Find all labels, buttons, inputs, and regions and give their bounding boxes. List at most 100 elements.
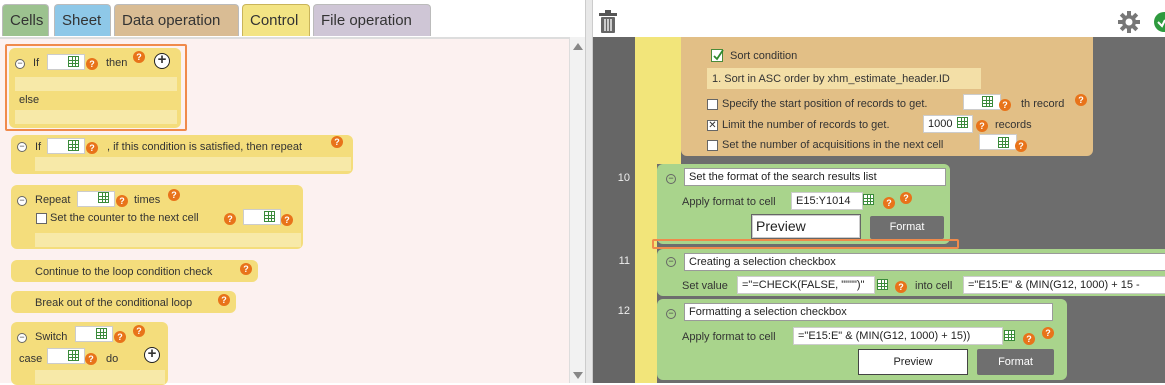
nesting-bar — [657, 37, 681, 164]
scroll-down-icon[interactable] — [573, 372, 583, 379]
cell-picker-icon[interactable] — [863, 194, 874, 205]
help-icon[interactable]: ? — [999, 99, 1011, 111]
help-icon[interactable]: ? — [224, 213, 236, 225]
if-label: If — [35, 141, 42, 153]
tab-file-operation[interactable]: File operation — [313, 4, 431, 36]
help-icon[interactable]: ? — [218, 294, 230, 306]
collapse-icon[interactable]: − — [17, 196, 27, 206]
cell-picker-icon[interactable] — [982, 96, 993, 107]
switch-label: Switch — [35, 331, 68, 343]
checkbox-format-block[interactable]: − Formatting a selection checkbox Apply … — [657, 299, 1067, 380]
help-icon[interactable]: ? — [1042, 327, 1054, 339]
sort-condition-block[interactable]: Sort condition 1. Sort in ASC order by x… — [681, 37, 1093, 156]
switch-cell-input[interactable] — [75, 326, 113, 342]
break-block[interactable]: Break out of the conditional loop ? — [11, 291, 236, 313]
repeat-condition-label: , if this condition is satisfied, then r… — [107, 141, 303, 153]
help-icon[interactable]: ? — [900, 192, 912, 204]
edit-note-icon[interactable] — [711, 48, 724, 62]
cell-picker-icon[interactable] — [1004, 330, 1015, 341]
value-input[interactable]: ="=CHECK(FALSE, """")" — [737, 276, 875, 294]
control-palette: − If ? then ? + else − If ? , if this co… — [0, 37, 569, 385]
help-icon[interactable]: ? — [331, 136, 343, 148]
help-icon[interactable]: ? — [85, 353, 97, 365]
help-icon[interactable]: ? — [116, 195, 128, 207]
scroll-up-icon[interactable] — [573, 43, 583, 50]
help-icon[interactable]: ? — [281, 214, 293, 226]
preview-box[interactable]: Preview — [751, 214, 861, 239]
counter-checkbox[interactable] — [36, 213, 47, 224]
continue-label: Continue to the loop condition check — [35, 266, 213, 278]
tab-sheet[interactable]: Sheet — [54, 4, 111, 36]
gear-icon[interactable] — [1118, 11, 1140, 33]
times-label: times — [134, 194, 161, 206]
tab-cells[interactable]: Cells — [2, 4, 49, 36]
cell-picker-icon[interactable] — [68, 350, 79, 361]
block-title-input[interactable]: Formatting a selection checkbox — [684, 303, 1053, 321]
next-cell-checkbox[interactable] — [707, 140, 718, 151]
do-label: do — [106, 353, 119, 365]
limit-records-checkbox[interactable]: ✕ — [707, 120, 718, 131]
drop-slot[interactable] — [35, 370, 165, 384]
trash-icon[interactable] — [597, 10, 619, 34]
collapse-icon[interactable]: − — [17, 333, 27, 343]
help-icon[interactable]: ? — [883, 197, 895, 209]
cell-picker-icon[interactable] — [96, 328, 107, 339]
cell-picker-icon[interactable] — [998, 137, 1009, 148]
drop-indicator — [652, 239, 959, 249]
help-icon[interactable]: ? — [1023, 333, 1035, 345]
checkbox-creation-block[interactable]: − Creating a selection checkbox Set valu… — [657, 249, 1165, 296]
sort-item[interactable]: 1. Sort in ASC order by xhm_estimate_hea… — [707, 68, 981, 89]
counter-label: Set the counter to the next cell — [50, 212, 199, 224]
if-repeat-block[interactable]: − If ? , if this condition is satisfied,… — [11, 135, 353, 174]
drop-slot[interactable] — [35, 157, 351, 171]
repeat-block[interactable]: − Repeat ? times ? Set the counter to th… — [11, 185, 303, 249]
line-number: 10 — [617, 172, 630, 184]
sort-item-text: 1. Sort in ASC order by xhm_estimate_hea… — [712, 73, 950, 85]
help-icon[interactable]: ? — [1015, 140, 1027, 152]
continue-block[interactable]: Continue to the loop condition check ? — [11, 260, 258, 282]
preview-box[interactable]: Preview — [858, 349, 968, 375]
add-icon[interactable]: + — [144, 346, 160, 363]
help-icon[interactable]: ? — [1075, 94, 1087, 106]
nesting-bar — [635, 37, 657, 383]
target-cell-input[interactable]: ="E15:E" & (MIN(G12, 1000) + 15 - — [963, 276, 1165, 294]
pane-splitter[interactable] — [585, 0, 593, 383]
block-title-input[interactable]: Set the format of the search results lis… — [684, 168, 946, 186]
tab-data-operation[interactable]: Data operation — [114, 4, 239, 36]
repeat-label: Repeat — [35, 194, 71, 206]
cell-picker-icon[interactable] — [264, 211, 275, 222]
help-icon[interactable]: ? — [895, 281, 907, 293]
status-ok-icon — [1154, 12, 1165, 32]
palette-scrollbar[interactable] — [569, 37, 585, 383]
cell-picker-icon[interactable] — [957, 117, 968, 128]
block-title-input[interactable]: Creating a selection checkbox — [684, 253, 1165, 271]
start-position-checkbox[interactable] — [707, 99, 718, 110]
cell-picker-icon[interactable] — [877, 279, 888, 290]
times-cell-input[interactable] — [77, 191, 115, 207]
format-button[interactable]: Format — [870, 216, 944, 239]
into-cell-label: into cell — [915, 280, 953, 292]
collapse-icon[interactable]: − — [666, 257, 676, 267]
format-button[interactable]: Format — [977, 349, 1054, 375]
help-icon[interactable]: ? — [240, 263, 252, 275]
format-cell-input[interactable]: ="E15:E" & (MIN(G12, 1000) + 15)) — [793, 327, 1003, 345]
cell-picker-icon[interactable] — [98, 192, 109, 203]
help-icon[interactable]: ? — [133, 325, 145, 337]
tab-control[interactable]: Control — [242, 4, 310, 36]
switch-block[interactable]: − Switch ? ? case ? do + — [11, 322, 168, 385]
collapse-icon[interactable]: − — [666, 309, 676, 319]
counter-cell-input[interactable] — [243, 209, 281, 225]
collapse-icon[interactable]: − — [17, 142, 27, 152]
help-icon[interactable]: ? — [86, 142, 98, 154]
collapse-icon[interactable]: − — [666, 174, 676, 184]
format-cell-input[interactable]: E15:Y1014 — [791, 192, 863, 210]
help-icon[interactable]: ? — [168, 189, 180, 201]
help-icon[interactable]: ? — [114, 331, 126, 343]
help-icon[interactable]: ? — [976, 120, 988, 132]
apply-format-label: Apply format to cell — [682, 331, 776, 343]
cell-picker-icon[interactable] — [68, 140, 79, 151]
set-format-block[interactable]: − Set the format of the search results l… — [657, 164, 950, 244]
drop-slot[interactable] — [35, 233, 301, 247]
case-cell-input[interactable] — [47, 348, 85, 364]
condition-cell-input[interactable] — [47, 138, 85, 154]
